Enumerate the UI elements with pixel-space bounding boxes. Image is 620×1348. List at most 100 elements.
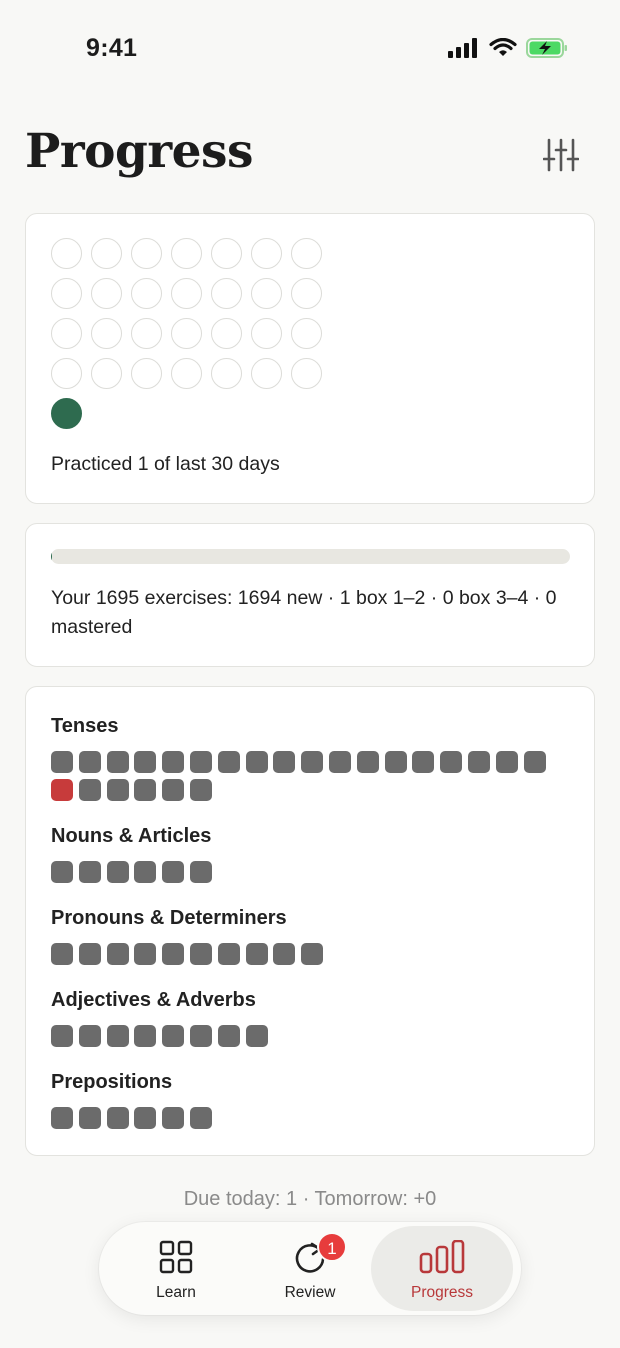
practice-day-empty bbox=[51, 358, 82, 389]
exercise-square bbox=[106, 779, 129, 801]
categories-card: Tenses Nouns & Articles Pronouns & Deter… bbox=[25, 686, 595, 1156]
category-adjectives-adverbs[interactable]: Adjectives & Adverbs bbox=[51, 989, 571, 1047]
practice-day-empty bbox=[251, 278, 282, 309]
exercise-square bbox=[106, 861, 129, 883]
category-pronouns-determiners[interactable]: Pronouns & Determiners bbox=[51, 907, 571, 965]
exercise-square bbox=[189, 779, 212, 801]
tab-label: Review bbox=[284, 1284, 336, 1301]
practice-day-empty bbox=[251, 318, 282, 349]
category-prepositions[interactable]: Prepositions bbox=[51, 1071, 571, 1129]
practice-day-empty bbox=[51, 318, 82, 349]
practice-day-empty bbox=[91, 278, 122, 309]
page-title: Progress bbox=[25, 124, 253, 179]
practice-day-empty bbox=[131, 318, 162, 349]
tab-progress[interactable]: Progress bbox=[371, 1226, 513, 1311]
practice-day-empty bbox=[251, 238, 282, 269]
exercise-square bbox=[301, 751, 324, 773]
exercise-square bbox=[189, 751, 212, 773]
exercise-square bbox=[245, 751, 268, 773]
category-nouns-articles[interactable]: Nouns & Articles bbox=[51, 825, 571, 883]
practice-day-empty bbox=[291, 278, 322, 309]
exercise-square bbox=[134, 751, 157, 773]
exercise-square bbox=[78, 779, 101, 801]
due-summary: Due today: 1 · Tomorrow: +0 bbox=[183, 1188, 437, 1210]
exercise-square bbox=[106, 1025, 129, 1047]
exercise-square-missed bbox=[51, 779, 73, 801]
battery-charging-icon bbox=[526, 38, 567, 58]
exercise-square bbox=[51, 943, 73, 965]
exercise-square bbox=[412, 751, 435, 773]
exercise-square bbox=[245, 943, 268, 965]
exercise-square bbox=[134, 943, 157, 965]
exercise-square bbox=[51, 861, 73, 883]
practice-caption: Practiced 1 of last 30 days bbox=[51, 453, 280, 475]
exercise-square bbox=[51, 751, 73, 773]
tab-review[interactable]: 1 Review bbox=[239, 1226, 381, 1311]
tab-label: Learn bbox=[156, 1284, 196, 1301]
practice-day-empty bbox=[171, 318, 202, 349]
category-squares bbox=[51, 943, 551, 965]
exercise-square bbox=[217, 943, 240, 965]
exercise-square bbox=[384, 751, 407, 773]
category-squares bbox=[51, 1107, 551, 1129]
exercise-square bbox=[106, 751, 129, 773]
exercise-square bbox=[245, 1025, 268, 1047]
exercise-square bbox=[162, 1025, 185, 1047]
practice-day-empty bbox=[131, 238, 162, 269]
exercise-square bbox=[523, 751, 546, 773]
exercise-square bbox=[162, 779, 185, 801]
exercise-square bbox=[217, 1025, 240, 1047]
category-title: Pronouns & Determiners bbox=[51, 907, 287, 929]
category-squares bbox=[51, 861, 551, 883]
practice-calendar-card: Practiced 1 of last 30 days bbox=[25, 213, 595, 504]
exercise-square bbox=[78, 861, 101, 883]
exercise-square bbox=[106, 1107, 129, 1129]
category-title: Nouns & Articles bbox=[51, 825, 212, 847]
category-tenses[interactable]: Tenses bbox=[51, 715, 571, 801]
exercise-square bbox=[328, 751, 351, 773]
practice-day-empty bbox=[131, 278, 162, 309]
exercise-square bbox=[106, 943, 129, 965]
practice-day-done bbox=[51, 398, 82, 429]
exercise-square bbox=[134, 861, 157, 883]
category-squares bbox=[51, 751, 551, 801]
practice-day-empty bbox=[211, 238, 242, 269]
practice-day-empty bbox=[131, 358, 162, 389]
status-time: 9:41 bbox=[86, 34, 138, 62]
exercise-square bbox=[162, 751, 185, 773]
practice-day-empty bbox=[251, 358, 282, 389]
practice-day-empty bbox=[211, 278, 242, 309]
exercise-summary: Your 1695 exercises: 1694 new · 1 box 1–… bbox=[51, 587, 557, 638]
bar-chart-icon bbox=[419, 1240, 465, 1274]
practice-day-empty bbox=[91, 318, 122, 349]
practice-day-empty bbox=[211, 318, 242, 349]
review-badge: 1 bbox=[317, 1232, 347, 1262]
exercise-square bbox=[467, 751, 490, 773]
tab-label: Progress bbox=[410, 1284, 474, 1301]
status-icons bbox=[448, 38, 568, 58]
exercise-square bbox=[495, 751, 518, 773]
practice-day-empty bbox=[91, 238, 122, 269]
practice-day-empty bbox=[171, 278, 202, 309]
exercise-square bbox=[78, 751, 101, 773]
category-squares bbox=[51, 1025, 551, 1047]
tab-learn[interactable]: Learn bbox=[105, 1226, 247, 1311]
exercise-square bbox=[78, 1107, 101, 1129]
filter-settings-button[interactable] bbox=[540, 134, 582, 176]
status-bar: 9:41 bbox=[0, 0, 620, 100]
grid-icon bbox=[159, 1240, 193, 1274]
category-title: Adjectives & Adverbs bbox=[51, 989, 256, 1011]
exercise-square bbox=[51, 1025, 73, 1047]
exercise-square bbox=[134, 1025, 157, 1047]
tab-bar: Learn 1 Review Progress bbox=[99, 1222, 521, 1315]
practice-day-empty bbox=[171, 358, 202, 389]
exercise-square bbox=[189, 1025, 212, 1047]
practice-day-empty bbox=[91, 358, 122, 389]
exercise-square bbox=[134, 779, 157, 801]
practice-day-empty bbox=[291, 358, 322, 389]
exercise-progress-card: Your 1695 exercises: 1694 new · 1 box 1–… bbox=[25, 523, 595, 667]
exercise-square bbox=[134, 1107, 157, 1129]
category-title: Tenses bbox=[51, 715, 119, 737]
exercise-square bbox=[78, 943, 101, 965]
cellular-signal-icon bbox=[448, 38, 477, 58]
